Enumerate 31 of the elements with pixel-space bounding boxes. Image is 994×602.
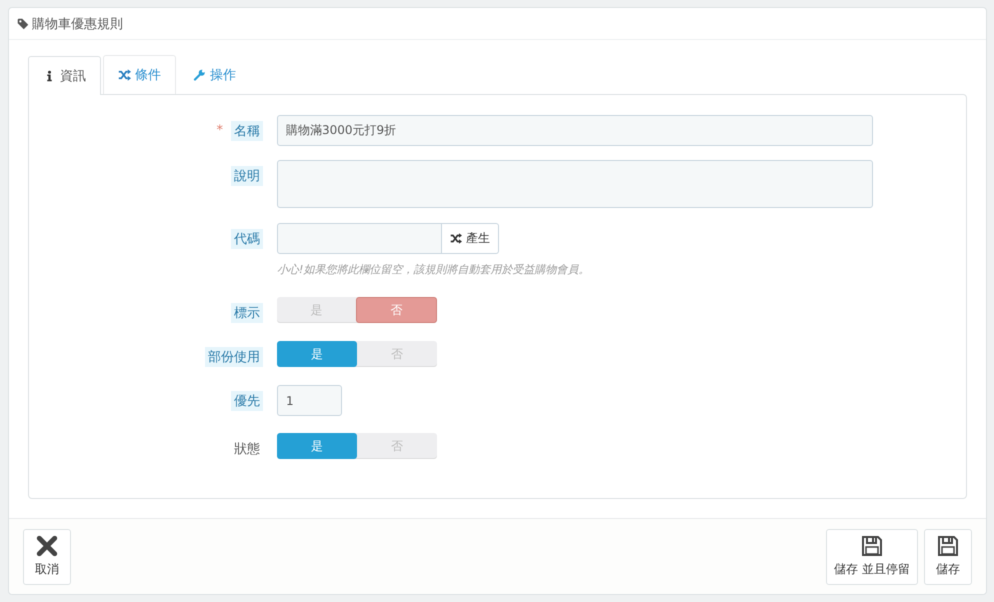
shuffle-icon [450, 233, 462, 244]
field-label: 名稱 [231, 120, 263, 140]
save-icon [937, 535, 959, 557]
tab[interactable]: 操作 [178, 55, 251, 94]
hint-text: 小心!如果您將此欄位留空，該規則將自動套用於受益購物會員。 [277, 262, 590, 277]
switch-option[interactable]: 是 [277, 433, 357, 459]
cancel-button[interactable]: 取消 [23, 528, 71, 584]
required-mark: * [216, 123, 223, 138]
input-field[interactable]: 購物滿3000元打9折 [277, 115, 873, 146]
shuffle-icon [118, 69, 131, 81]
generate-button[interactable]: 產生 [442, 223, 499, 254]
close-icon [36, 535, 58, 557]
panel-title: 購物車優惠規則 [32, 16, 123, 32]
save-button[interactable]: 儲存 並且停留 [826, 528, 918, 584]
textarea-field[interactable] [277, 160, 873, 208]
field-label: 部份使用 [205, 346, 263, 366]
field-label: 狀態 [233, 440, 261, 458]
wrench-icon [193, 69, 206, 81]
switch-option[interactable]: 是 [277, 341, 357, 367]
save-icon [861, 535, 884, 557]
tab[interactable]: 條件 [103, 55, 176, 94]
tab[interactable]: 資訊 [28, 56, 101, 95]
save-button[interactable]: 儲存 [924, 528, 972, 584]
switch-option[interactable]: 否 [356, 297, 437, 323]
field-label: 代碼 [231, 228, 263, 248]
number-field[interactable]: 1 [277, 385, 342, 416]
input-field[interactable] [277, 223, 442, 254]
field-label: 優先 [231, 390, 263, 410]
tag-icon [17, 18, 29, 30]
field-label: 說明 [231, 166, 263, 186]
field-label: 標示 [231, 302, 263, 322]
